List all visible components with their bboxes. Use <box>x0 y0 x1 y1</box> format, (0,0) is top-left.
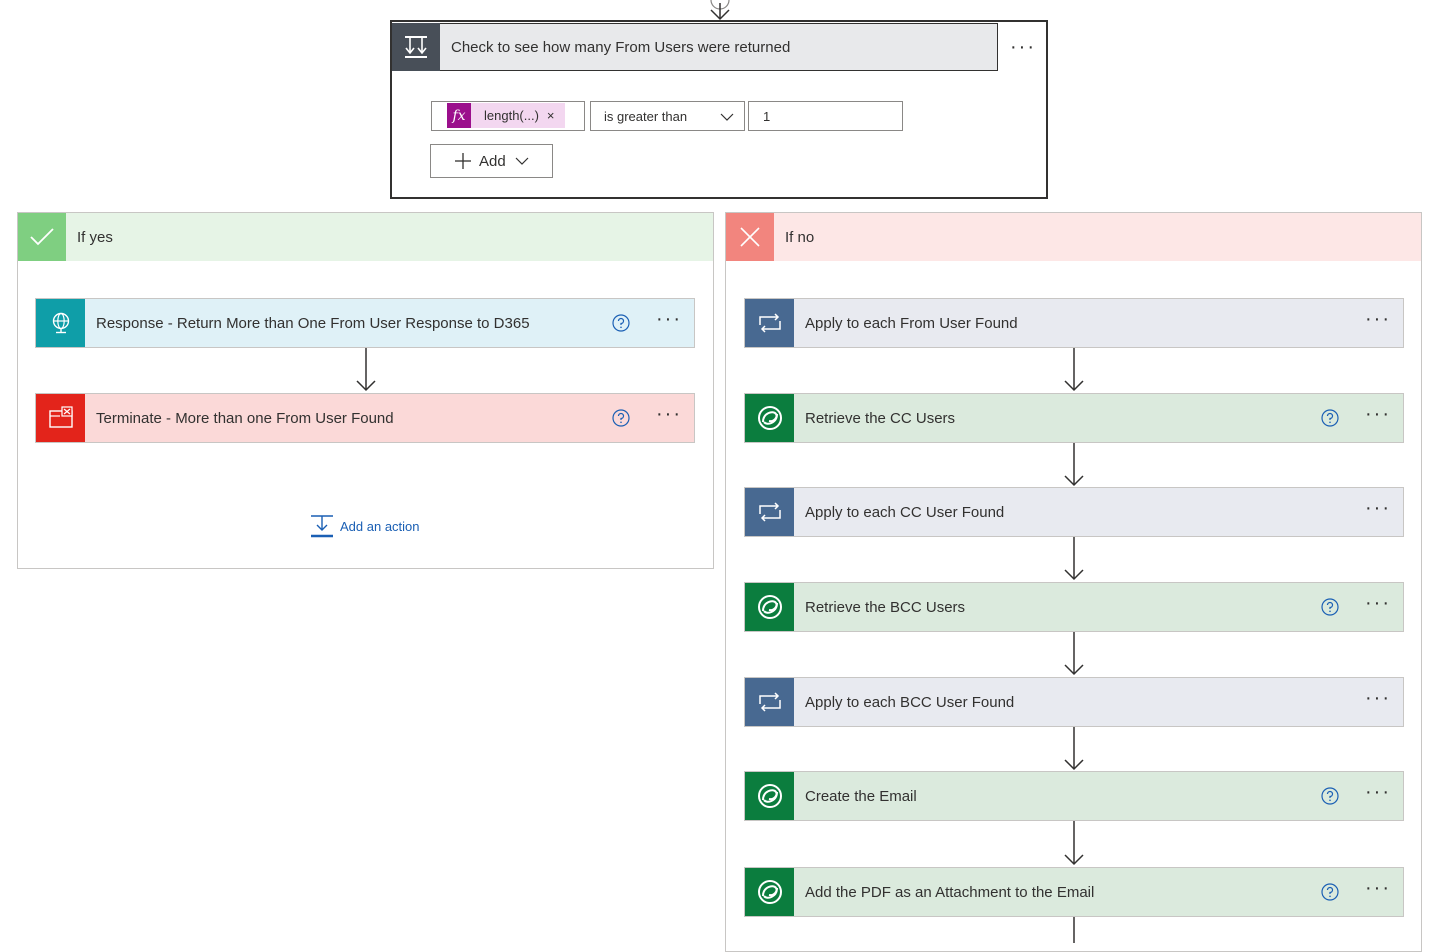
more-options-button[interactable]: ··· <box>1365 593 1391 616</box>
connector-arrow <box>1064 632 1084 676</box>
close-icon <box>726 213 774 261</box>
action-apply-to-each-bcc[interactable]: Apply to each BCC User Found ··· <box>744 677 1404 727</box>
action-create-email[interactable]: Create the Email ··· <box>744 771 1404 821</box>
action-retrieve-bcc-users[interactable]: Retrieve the BCC Users ··· <box>744 582 1404 632</box>
more-options-button[interactable]: ··· <box>656 404 682 427</box>
connector-arrow <box>1064 821 1084 866</box>
condition-title: Check to see how many From Users were re… <box>451 39 791 56</box>
connector-arrow <box>1064 348 1084 392</box>
help-icon[interactable] <box>1321 883 1339 901</box>
action-title: Add the PDF as an Attachment to the Emai… <box>805 883 1095 901</box>
connector-arrow <box>356 348 376 392</box>
expression-token[interactable]: fx length(...) × <box>447 103 565 128</box>
more-options-button[interactable]: ··· <box>1365 878 1391 901</box>
no-branch-title: If no <box>785 228 815 246</box>
more-options-button[interactable]: ··· <box>1365 498 1391 521</box>
loop-icon <box>745 678 794 726</box>
condition-more-button[interactable]: ··· <box>1010 37 1036 57</box>
connector-arrow <box>1064 443 1084 487</box>
add-action-icon <box>311 515 333 538</box>
add-condition-button[interactable]: Add <box>430 144 553 178</box>
action-retrieve-cc-users[interactable]: Retrieve the CC Users ··· <box>744 393 1404 443</box>
connector-line <box>1073 917 1075 943</box>
action-add-pdf-attachment[interactable]: Add the PDF as an Attachment to the Emai… <box>744 867 1404 917</box>
dataverse-icon <box>745 394 794 442</box>
yes-branch-header[interactable]: If yes <box>18 213 713 261</box>
more-options-button[interactable]: ··· <box>1365 309 1391 332</box>
fx-icon: fx <box>447 103 471 128</box>
plus-icon <box>455 153 471 169</box>
help-icon[interactable] <box>1321 409 1339 427</box>
condition-header[interactable]: Check to see how many From Users were re… <box>392 23 998 71</box>
action-apply-to-each-from[interactable]: Apply to each From User Found ··· <box>744 298 1404 348</box>
action-title: Retrieve the BCC Users <box>805 598 966 616</box>
action-apply-to-each-cc[interactable]: Apply to each CC User Found ··· <box>744 487 1404 537</box>
action-title: Response - Return More than One From Use… <box>96 314 530 332</box>
operator-value: is greater than <box>604 108 688 124</box>
more-options-button[interactable]: ··· <box>656 309 682 332</box>
condition-value-input[interactable]: 1 <box>748 101 903 131</box>
action-response[interactable]: Response - Return More than One From Use… <box>35 298 695 348</box>
add-an-action-button[interactable]: Add an action <box>310 514 420 538</box>
add-label: Add <box>479 152 506 170</box>
help-icon[interactable] <box>612 409 630 427</box>
dataverse-icon <box>745 868 794 916</box>
operator-dropdown[interactable]: is greater than <box>590 101 745 131</box>
action-title: Retrieve the CC Users <box>805 409 956 427</box>
help-icon[interactable] <box>1321 598 1339 616</box>
help-icon[interactable] <box>1321 787 1339 805</box>
connector-arrow <box>1064 727 1084 771</box>
action-title: Terminate - More than one From User Foun… <box>96 409 394 427</box>
more-options-button[interactable]: ··· <box>1365 404 1391 427</box>
connector-arrow <box>1064 537 1084 581</box>
action-title: Apply to each BCC User Found <box>805 693 1015 711</box>
loop-icon <box>745 299 794 347</box>
token-label: length(...) <box>484 108 539 123</box>
token-remove-button[interactable]: × <box>547 108 555 123</box>
help-icon[interactable] <box>612 314 630 332</box>
globe-icon <box>36 299 85 347</box>
action-title: Apply to each From User Found <box>805 314 1018 332</box>
more-options-button[interactable]: ··· <box>1365 782 1391 805</box>
dataverse-icon <box>745 772 794 820</box>
condition-icon <box>392 23 440 71</box>
chevron-down-icon <box>720 113 734 121</box>
more-options-button[interactable]: ··· <box>1365 688 1391 711</box>
action-terminate[interactable]: Terminate - More than one From User Foun… <box>35 393 695 443</box>
yes-branch-title: If yes <box>77 228 113 246</box>
add-an-action-label: Add an action <box>340 518 420 534</box>
incoming-arrow <box>710 0 730 21</box>
condition-value: 1 <box>763 108 771 124</box>
chevron-down-icon <box>515 157 529 165</box>
no-branch-header[interactable]: If no <box>726 213 1421 261</box>
action-title: Create the Email <box>805 787 917 805</box>
terminate-icon <box>36 394 85 442</box>
loop-icon <box>745 488 794 536</box>
dataverse-icon <box>745 583 794 631</box>
action-title: Apply to each CC User Found <box>805 503 1005 521</box>
checkmark-icon <box>18 213 66 261</box>
